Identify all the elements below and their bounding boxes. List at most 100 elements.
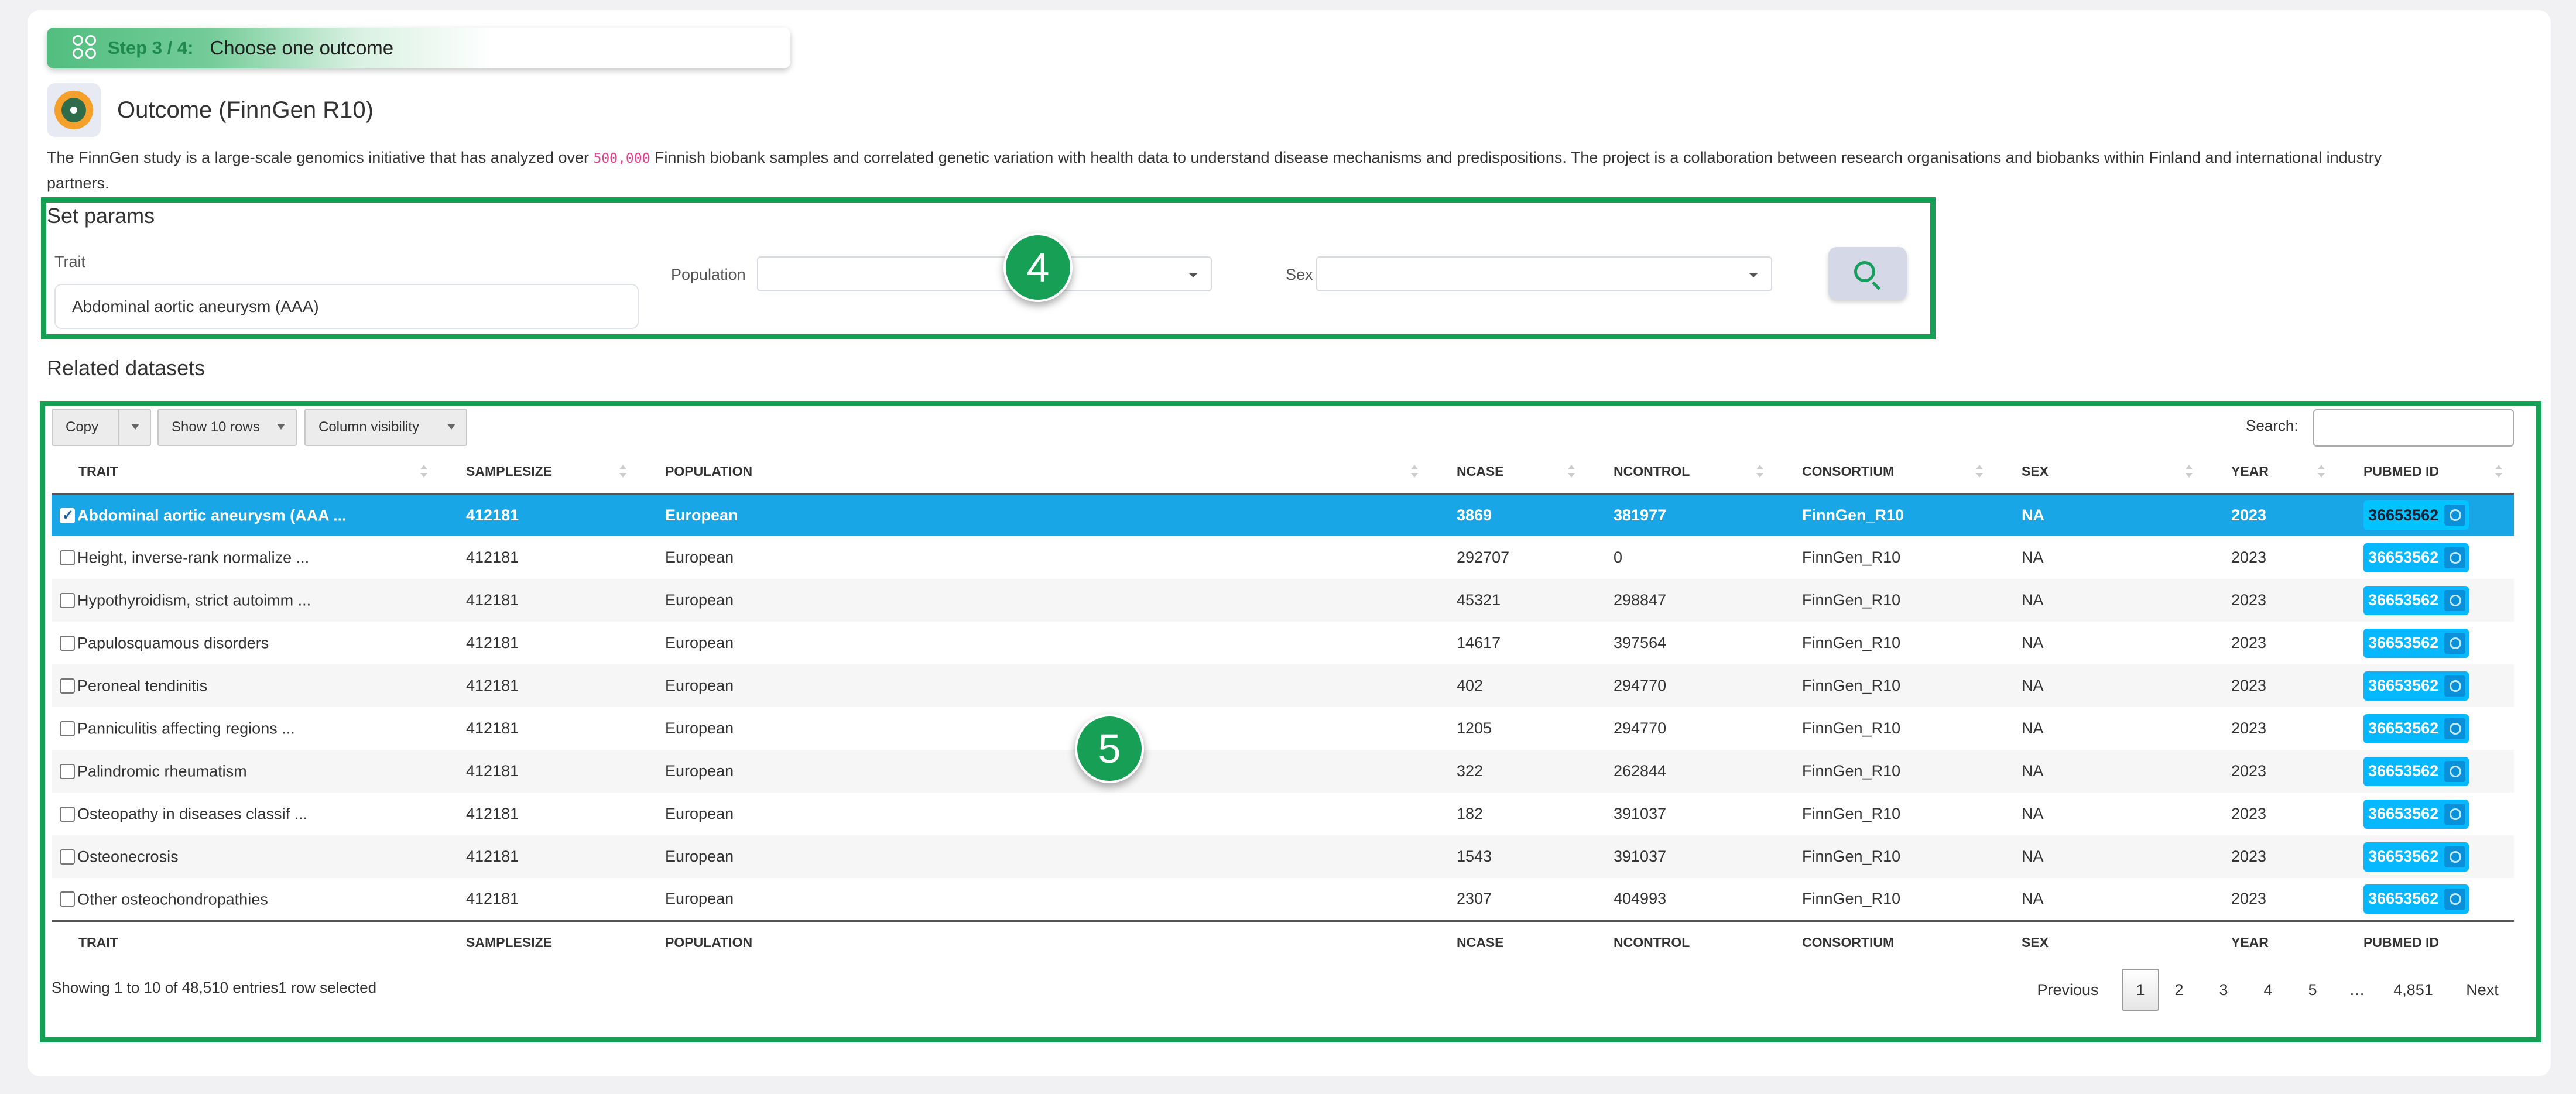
column-header[interactable]: YEAR (2204, 451, 2337, 495)
table-row[interactable]: Panniculitis affecting regions ... 412181… (52, 707, 2514, 750)
row-checkbox[interactable] (60, 764, 75, 780)
caret-down-icon (277, 424, 285, 430)
pubmed-icon (2444, 547, 2466, 568)
column-header[interactable]: POPULATION (638, 451, 1430, 495)
cell-population: European (638, 707, 1430, 750)
table-row[interactable]: Height, inverse-rank normalize ... 412181… (52, 536, 2514, 579)
table-row[interactable]: Palindromic rheumatism 412181 European 322 2… (52, 750, 2514, 793)
column-header: TRAIT (52, 920, 439, 963)
pubmed-link[interactable]: 36653562 (2363, 756, 2469, 786)
table-row[interactable]: Osteonecrosis 412181 European 1543 391037 Fin… (52, 835, 2514, 878)
cell-consortium: FinnGen_R10 (1775, 579, 1995, 622)
pubmed-icon (2444, 888, 2466, 910)
column-header: NCASE (1430, 920, 1587, 963)
table-row[interactable]: Abdominal aortic aneurysm (AAA ...412181… (52, 493, 2514, 536)
row-checkbox[interactable] (60, 807, 75, 822)
pubmed-link[interactable]: 36653562 (2363, 628, 2469, 658)
cell-consortium: FinnGen_R10 (1775, 878, 1995, 921)
cell-ncontrol: 404993 (1587, 878, 1775, 921)
row-checkbox[interactable] (60, 721, 75, 737)
column-header[interactable]: SEX (1995, 451, 2204, 495)
cell-ncase: 292707 (1430, 536, 1587, 579)
row-checkbox[interactable] (60, 678, 75, 694)
pubmed-link[interactable]: 36653562 (2363, 585, 2469, 615)
row-checkbox[interactable] (60, 550, 75, 566)
table-row[interactable]: Other osteochondropathies 412181 European 2… (52, 878, 2514, 921)
params-title: Set params (47, 204, 155, 228)
column-header[interactable]: SAMPLESIZE (439, 451, 638, 495)
cell-consortium: FinnGen_R10 (1775, 664, 1995, 707)
row-checkbox[interactable] (60, 891, 75, 907)
column-header: CONSORTIUM (1775, 920, 1995, 963)
datasets-title: Related datasets (47, 356, 205, 380)
row-checkbox[interactable] (60, 636, 75, 651)
pubmed-link[interactable]: 36653562 (2363, 842, 2469, 872)
cell-ncontrol: 391037 (1587, 835, 1775, 878)
search-button[interactable] (1828, 247, 1907, 300)
pagination-page[interactable]: 4,851 (2384, 969, 2443, 1011)
cell-ncontrol: 262844 (1587, 750, 1775, 793)
cell-ncontrol: 298847 (1587, 579, 1775, 622)
column-header[interactable]: PUBMED ID (2337, 451, 2514, 495)
cell-pubmed: 36653562 (2337, 878, 2514, 921)
cell-year: 2023 (2204, 493, 2337, 536)
pagination-previous[interactable]: Previous (2023, 969, 2112, 1011)
table-row[interactable]: Papulosquamous disorders 412181 European 14… (52, 622, 2514, 664)
trait-input[interactable]: Abdominal aortic aneurysm (AAA) (54, 284, 639, 329)
row-checkbox[interactable] (60, 593, 75, 609)
cell-trait: Papulosquamous disorders (52, 622, 439, 664)
cell-ncase: 1543 (1430, 835, 1587, 878)
table-row[interactable]: Peroneal tendinitis 412181 European 402 2947… (52, 664, 2514, 707)
row-checkbox[interactable] (60, 507, 75, 524)
pubmed-link[interactable]: 36653562 (2363, 714, 2469, 743)
pubmed-link[interactable]: 36653562 (2363, 500, 2469, 530)
trait-label: Trait (54, 253, 85, 270)
column-header[interactable]: CONSORTIUM (1775, 451, 1995, 495)
pagination-page[interactable]: 2 (2160, 969, 2198, 1011)
caret-down-icon (447, 424, 455, 430)
column-header[interactable]: NCONTROL (1587, 451, 1775, 495)
pubmed-icon (2444, 505, 2466, 526)
cell-consortium: FinnGen_R10 (1775, 536, 1995, 579)
pagination-ellipsis: … (2349, 980, 2365, 999)
pubmed-link[interactable]: 36653562 (2363, 884, 2469, 914)
cell-ncontrol: 294770 (1587, 707, 1775, 750)
cell-trait: Peroneal tendinitis (52, 664, 439, 707)
cell-sex: NA (1995, 707, 2204, 750)
column-header: POPULATION (638, 920, 1430, 963)
row-checkbox[interactable] (60, 849, 75, 865)
table-row[interactable]: Osteopathy in diseases classif ... 412181… (52, 793, 2514, 835)
table-search-input[interactable] (2313, 409, 2514, 447)
pubmed-link[interactable]: 36653562 (2363, 799, 2469, 829)
column-header[interactable]: NCASE (1430, 451, 1587, 495)
step-text: Choose one outcome (210, 37, 394, 59)
chevron-down-icon (1749, 273, 1758, 277)
cell-ncase: 14617 (1430, 622, 1587, 664)
pubmed-icon (2444, 632, 2466, 654)
cell-year: 2023 (2204, 579, 2337, 622)
cell-year: 2023 (2204, 835, 2337, 878)
population-select[interactable] (757, 256, 1212, 291)
sex-select[interactable] (1316, 256, 1772, 291)
pubmed-link[interactable]: 36653562 (2363, 543, 2469, 572)
cell-population: European (638, 536, 1430, 579)
cell-pubmed: 36653562 (2337, 835, 2514, 878)
pagination-page[interactable]: 4 (2249, 969, 2287, 1011)
cell-year: 2023 (2204, 750, 2337, 793)
show-rows-button[interactable]: Show 10 rows (157, 409, 297, 446)
cell-pubmed: 36653562 (2337, 622, 2514, 664)
chevron-down-icon (1188, 273, 1198, 277)
pagination-page[interactable]: 5 (2294, 969, 2331, 1011)
copy-button[interactable]: Copy (52, 409, 151, 446)
column-header[interactable]: TRAIT (52, 451, 439, 495)
pagination-page[interactable]: 1 (2122, 969, 2159, 1011)
cell-consortium: FinnGen_R10 (1775, 707, 1995, 750)
column-header: SEX (1995, 920, 2204, 963)
pagination-next[interactable]: Next (2453, 969, 2512, 1011)
annotation-badge-4: 4 (1003, 233, 1073, 302)
pagination-page[interactable]: 3 (2205, 969, 2242, 1011)
column-visibility-button[interactable]: Column visibility (304, 409, 467, 446)
table-row[interactable]: Hypothyroidism, strict autoimm ... 412181… (52, 579, 2514, 622)
cell-year: 2023 (2204, 707, 2337, 750)
pubmed-link[interactable]: 36653562 (2363, 671, 2469, 701)
